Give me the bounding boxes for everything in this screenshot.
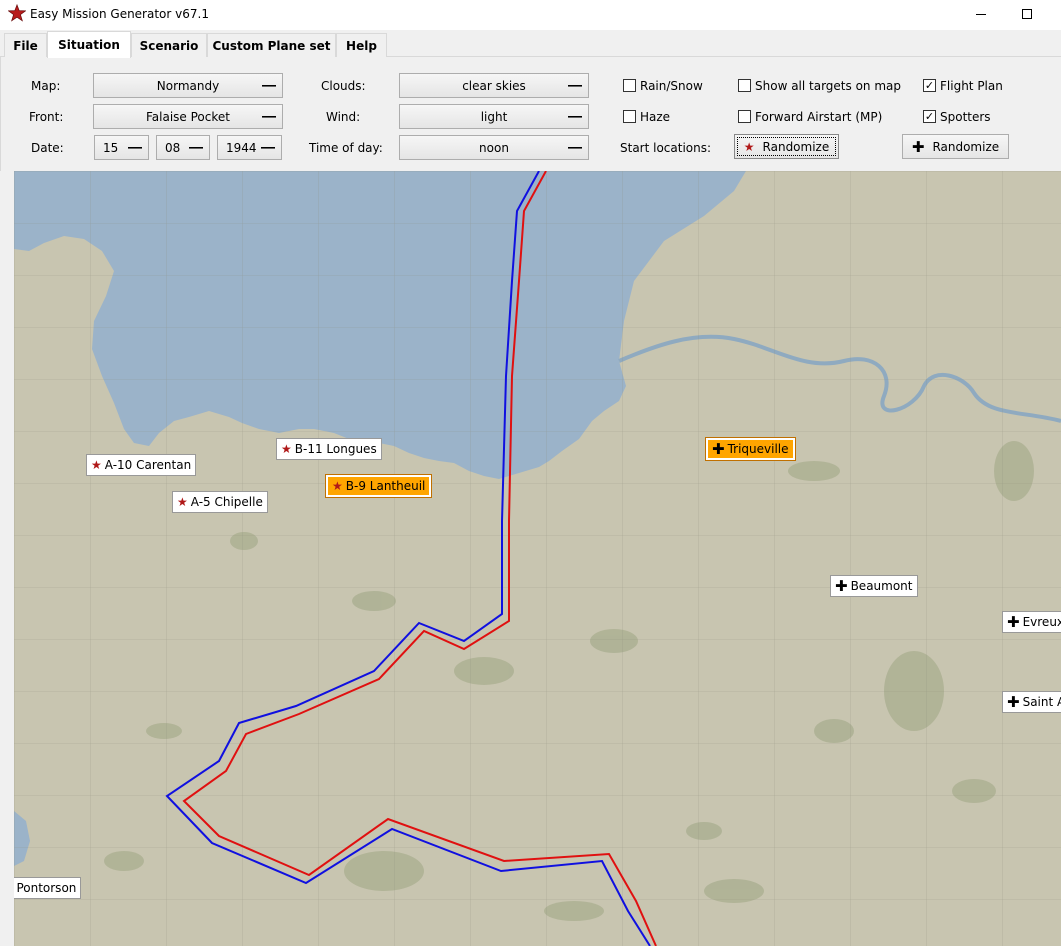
randomize-blue-start-button[interactable]: ✚ Randomize: [902, 134, 1009, 159]
airfield-label-text: Beaumont: [850, 579, 913, 593]
airfield-label[interactable]: ★ A-5 Chipelle: [172, 491, 268, 513]
front-label: Front:: [29, 110, 64, 124]
airfield-label-text: 8 Pontorson: [14, 881, 77, 895]
spotters-label: Spotters: [940, 110, 991, 124]
clouds-select[interactable]: clear skies: [399, 73, 589, 98]
front-select[interactable]: Falaise Pocket: [93, 104, 283, 129]
dropdown-arrow-icon: [262, 85, 276, 87]
spotters-checkbox[interactable]: ✓: [923, 110, 936, 123]
red-star-icon: ★: [91, 458, 102, 472]
airfield-label-selected[interactable]: ✚ Triqueville: [705, 437, 796, 461]
maximize-button[interactable]: [1004, 0, 1050, 28]
clouds-select-value: clear skies: [462, 78, 526, 93]
time-of-day-select-value: noon: [479, 140, 509, 155]
tab-situation[interactable]: Situation: [47, 31, 131, 58]
airfield-label[interactable]: ✚ Evreux: [1002, 611, 1061, 633]
map-select-value: Normandy: [156, 78, 220, 93]
date-label: Date:: [31, 141, 64, 155]
flight-plan-label: Flight Plan: [940, 79, 1003, 93]
airfield-label[interactable]: ✚ Beaumont: [830, 575, 918, 597]
airfield-label-text: Triqueville: [727, 442, 789, 456]
airfield-label-text: A-5 Chipelle: [190, 495, 263, 509]
rain-snow-label: Rain/Snow: [640, 79, 703, 93]
map-select[interactable]: Normandy: [93, 73, 283, 98]
black-cross-icon: ✚: [1007, 693, 1020, 711]
dropdown-arrow-icon: [568, 85, 582, 87]
minimize-icon: [976, 13, 986, 15]
dropdown-arrow-icon: [568, 116, 582, 118]
airfield-label[interactable]: ✚ Saint Ar: [1002, 691, 1061, 713]
wind-select-value: light: [480, 109, 508, 124]
airfield-label-selected[interactable]: ★ B-9 Lantheuil: [324, 474, 433, 498]
wind-label: Wind:: [326, 110, 361, 124]
wind-select[interactable]: light: [399, 104, 589, 129]
map-grid: [14, 171, 1061, 946]
tab-scenario[interactable]: Scenario: [131, 33, 207, 57]
date-year-select[interactable]: 1944: [217, 135, 282, 160]
window-title: Easy Mission Generator v67.1: [30, 7, 209, 21]
app-window: Easy Mission Generator v67.1 File Situat…: [0, 0, 1061, 946]
clouds-label: Clouds:: [321, 79, 366, 93]
red-star-icon: ★: [332, 479, 343, 493]
flight-plan-checkbox[interactable]: ✓: [923, 79, 936, 92]
randomize-red-start-button[interactable]: ★ Randomize: [734, 134, 839, 159]
mission-map[interactable]: ★ A-10 Carentan ★ B-11 Longues ★ B-9 Lan…: [14, 171, 1061, 946]
map-canvas: [14, 171, 1061, 946]
tab-file[interactable]: File: [4, 33, 47, 57]
date-month-value: 08: [165, 140, 181, 155]
dropdown-arrow-icon: [261, 147, 275, 149]
randomize-red-label: Randomize: [762, 139, 830, 154]
date-day-value: 15: [103, 140, 119, 155]
airfield-label-text: A-10 Carentan: [104, 458, 192, 472]
red-star-icon: [8, 4, 26, 22]
black-cross-icon: ✚: [1007, 613, 1020, 631]
red-star-icon: ★: [743, 139, 755, 154]
time-of-day-label: Time of day:: [309, 141, 383, 155]
haze-label: Haze: [640, 110, 671, 124]
tab-custom-plane-set[interactable]: Custom Plane set: [207, 33, 336, 57]
airfield-label-text: Evreux: [1022, 615, 1061, 629]
title-bar: Easy Mission Generator v67.1: [0, 0, 1061, 30]
dropdown-arrow-icon: [128, 147, 142, 149]
left-margin: [0, 171, 14, 946]
dropdown-arrow-icon: [568, 147, 582, 149]
date-year-value: 1944: [226, 140, 257, 155]
front-select-value: Falaise Pocket: [146, 109, 230, 124]
airfield-label-text: B-9 Lantheuil: [345, 479, 426, 493]
date-day-select[interactable]: 15: [94, 135, 149, 160]
airfield-label[interactable]: 8 Pontorson: [14, 877, 82, 899]
tab-help[interactable]: Help: [336, 33, 387, 57]
tab-strip: File Situation Scenario Custom Plane set…: [0, 31, 1061, 58]
start-locations-label: Start locations:: [620, 141, 712, 155]
black-cross-icon: ✚: [835, 577, 848, 595]
airfield-label[interactable]: ★ B-11 Longues: [276, 438, 382, 460]
situation-panel: Map: Normandy Front: Falaise Pocket Date…: [0, 57, 1061, 171]
show-all-targets-checkbox[interactable]: [738, 79, 751, 92]
dropdown-arrow-icon: [189, 147, 203, 149]
show-all-targets-label: Show all targets on map: [755, 79, 902, 93]
red-star-icon: ★: [177, 495, 188, 509]
black-cross-icon: ✚: [911, 137, 925, 156]
forward-airstart-label: Forward Airstart (MP): [755, 110, 883, 124]
map-label: Map:: [31, 79, 61, 93]
dropdown-arrow-icon: [262, 116, 276, 118]
time-of-day-select[interactable]: noon: [399, 135, 589, 160]
airfield-label[interactable]: ★ A-10 Carentan: [86, 454, 197, 476]
randomize-blue-label: Randomize: [932, 139, 1000, 154]
forward-airstart-checkbox[interactable]: [738, 110, 751, 123]
red-star-icon: ★: [281, 442, 292, 456]
airfield-label-text: Saint Ar: [1022, 695, 1061, 709]
haze-checkbox[interactable]: [623, 110, 636, 123]
black-cross-icon: ✚: [712, 440, 725, 458]
minimize-button[interactable]: [958, 0, 1004, 28]
date-month-select[interactable]: 08: [156, 135, 210, 160]
maximize-icon: [1022, 9, 1032, 19]
airfield-label-text: B-11 Longues: [294, 442, 377, 456]
rain-snow-checkbox[interactable]: [623, 79, 636, 92]
